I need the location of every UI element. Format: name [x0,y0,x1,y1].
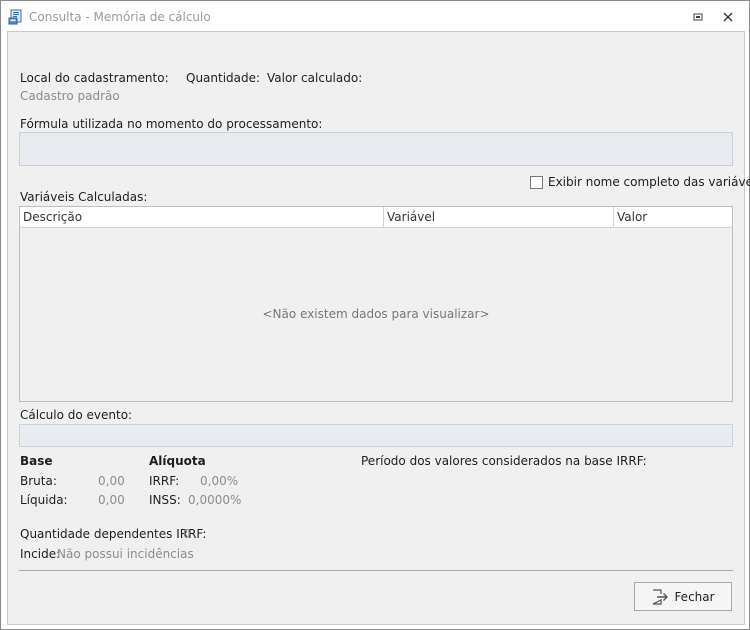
incide-label: Incide: [20,547,61,561]
grid-header: Descrição Variável Valor [20,207,732,228]
empty-grid-message: <Não existem dados para visualizar> [262,307,490,321]
liquida-value: 0,00 [98,493,125,507]
base-title: Base [20,454,53,468]
dependentes-value: 0 [183,527,191,541]
close-button[interactable]: Fechar [634,582,732,611]
variaveis-label: Variáveis Calculadas: [20,190,148,204]
column-header-descricao[interactable]: Descrição [20,207,384,227]
exit-icon [651,588,669,605]
irrf-label: IRRF: [149,474,180,488]
inss-value: 0,0000% [188,493,242,507]
periodo-label: Período dos valores considerados na base… [361,454,647,468]
incide-value: Não possui incidências [57,547,194,561]
restore-icon[interactable] [689,8,707,26]
valor-calculado-label: Valor calculado: [267,71,363,85]
local-label: Local do cadastramento: [20,71,169,85]
checkbox-box[interactable] [530,175,543,189]
close-icon[interactable] [719,8,737,26]
footer-separator [19,570,733,571]
formula-label: Fórmula utilizada no momento do processa… [20,117,323,131]
show-full-names-checkbox[interactable]: Exibir nome completo das variáveis [530,175,750,189]
window-title: Consulta - Memória de cálculo [29,10,211,24]
close-button-label: Fechar [674,589,715,604]
local-value: Cadastro padrão [20,89,120,103]
variables-grid[interactable]: Descrição Variável Valor <Não existem da… [19,206,733,402]
aliquota-title: Alíquota [149,454,206,468]
bruta-value: 0,00 [98,474,125,488]
show-full-names-label: Exibir nome completo das variáveis [548,175,750,189]
content-panel: Local do cadastramento: Quantidade: Valo… [7,31,750,625]
dependentes-label: Quantidade dependentes IRRF: [20,527,207,541]
evento-field[interactable] [19,424,733,447]
app-icon [8,9,24,25]
column-header-variavel[interactable]: Variável [384,207,614,227]
evento-label: Cálculo do evento: [20,408,133,422]
consulta-window: Consulta - Memória de cálculo Local do c… [0,0,750,630]
liquida-label: Líquida: [20,493,68,507]
column-header-valor[interactable]: Valor [614,207,732,227]
title-bar: Consulta - Memória de cálculo [1,1,749,31]
quantidade-label: Quantidade: [186,71,261,85]
formula-field[interactable] [19,132,733,166]
irrf-value: 0,00% [200,474,239,488]
bruta-label: Bruta: [20,474,57,488]
inss-label: INSS: [149,493,181,507]
